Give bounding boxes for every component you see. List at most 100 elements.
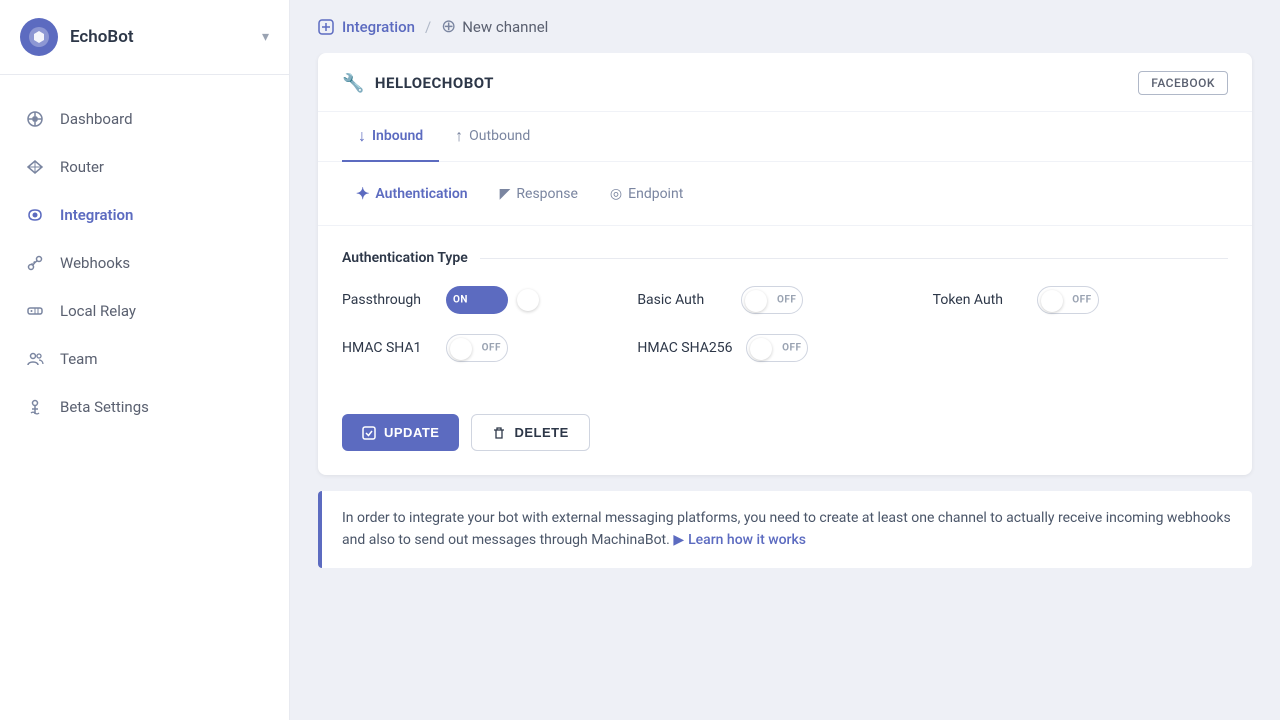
chevron-down-icon[interactable]: ▾ xyxy=(262,29,269,45)
beta-settings-icon xyxy=(24,396,46,418)
new-channel-label: New channel xyxy=(462,18,548,36)
learn-link-label: Learn how it works xyxy=(688,529,806,551)
toggle-track: OFF xyxy=(746,334,808,362)
endpoint-icon: ◎ xyxy=(610,186,622,202)
update-label: UPDATE xyxy=(384,425,439,440)
tab-inbound[interactable]: ↓ Inbound xyxy=(342,112,439,162)
direction-tabs: ↓ Inbound ↑ Outbound xyxy=(318,112,1252,162)
card-title: 🔧 HELLOECHOBOT xyxy=(342,73,494,94)
tab-outbound[interactable]: ↑ Outbound xyxy=(439,112,546,162)
sub-tab-endpoint-label: Endpoint xyxy=(628,186,683,202)
team-icon xyxy=(24,348,46,370)
platform-badge: FACEBOOK xyxy=(1138,71,1228,95)
sidebar-item-router[interactable]: Router xyxy=(0,143,289,191)
sidebar-item-label: Webhooks xyxy=(60,254,130,272)
webhooks-icon xyxy=(24,252,46,274)
sidebar-item-beta-settings[interactable]: Beta Settings xyxy=(0,383,289,431)
update-icon xyxy=(362,426,376,440)
sub-tab-endpoint[interactable]: ◎ Endpoint xyxy=(596,176,697,211)
sidebar: EchoBot ▾ Dashboard Router xyxy=(0,0,290,720)
sidebar-item-label: Beta Settings xyxy=(60,398,149,416)
sidebar-item-label: Dashboard xyxy=(60,110,133,128)
sub-tab-response-label: Response xyxy=(516,186,578,202)
toggle-thumb xyxy=(750,338,772,360)
router-icon xyxy=(24,156,46,178)
inbound-arrow-icon: ↓ xyxy=(358,126,366,146)
new-channel-button[interactable]: ⊕ New channel xyxy=(441,16,548,37)
auth-option-token-auth: Token Auth OFF xyxy=(933,286,1228,314)
learn-link-icon: ▶ xyxy=(673,529,684,551)
basic-auth-toggle[interactable]: OFF xyxy=(741,286,803,314)
empty-cell xyxy=(933,334,1228,362)
token-auth-label: Token Auth xyxy=(933,292,1023,308)
authentication-icon: ✦ xyxy=(356,184,369,203)
integration-breadcrumb-label: Integration xyxy=(342,18,415,36)
toggle-track: ON xyxy=(446,286,508,314)
dashboard-icon xyxy=(24,108,46,130)
update-button[interactable]: UPDATE xyxy=(342,414,459,451)
sidebar-item-integration[interactable]: Integration xyxy=(0,191,289,239)
sidebar-item-team[interactable]: Team xyxy=(0,335,289,383)
toggle-thumb xyxy=(517,289,539,311)
auth-section-title: Authentication Type xyxy=(342,250,1228,266)
basic-auth-label: Basic Auth xyxy=(637,292,727,308)
auth-option-passthrough: Passthrough ON xyxy=(342,286,637,314)
toggle-track: OFF xyxy=(446,334,508,362)
action-bar: UPDATE DELETE xyxy=(318,414,1252,475)
local-relay-icon xyxy=(24,300,46,322)
hmac-sha256-toggle[interactable]: OFF xyxy=(746,334,808,362)
passthrough-toggle[interactable]: ON xyxy=(446,286,508,314)
toggle-off-label: OFF xyxy=(1072,295,1091,306)
channel-title: HELLOECHOBOT xyxy=(375,74,494,92)
sidebar-nav: Dashboard Router Integration xyxy=(0,75,289,720)
brand-name: EchoBot xyxy=(70,27,250,47)
delete-label: DELETE xyxy=(514,425,568,440)
integration-breadcrumb[interactable]: Integration xyxy=(318,18,415,36)
sidebar-item-label: Team xyxy=(60,350,98,368)
sidebar-item-label: Router xyxy=(60,158,104,176)
hmac-sha1-toggle[interactable]: OFF xyxy=(446,334,508,362)
sidebar-item-dashboard[interactable]: Dashboard xyxy=(0,95,289,143)
toggle-off-label: OFF xyxy=(482,343,501,354)
toggle-off-label: OFF xyxy=(782,343,801,354)
sidebar-item-webhooks[interactable]: Webhooks xyxy=(0,239,289,287)
outbound-arrow-icon: ↑ xyxy=(455,126,463,146)
delete-button[interactable]: DELETE xyxy=(471,414,589,451)
integration-icon xyxy=(24,204,46,226)
auth-option-basic-auth: Basic Auth OFF xyxy=(637,286,932,314)
card-header: 🔧 HELLOECHOBOT FACEBOOK xyxy=(318,53,1252,112)
sidebar-logo xyxy=(20,18,58,56)
card-body: Authentication Type Passthrough ON xyxy=(318,226,1252,414)
toggle-track: OFF xyxy=(741,286,803,314)
sub-tab-authentication[interactable]: ✦ Authentication xyxy=(342,176,482,211)
tab-outbound-label: Outbound xyxy=(469,128,530,144)
learn-how-link[interactable]: ▶ Learn how it works xyxy=(673,529,806,551)
channel-card: 🔧 HELLOECHOBOT FACEBOOK ↓ Inbound ↑ Outb… xyxy=(318,53,1252,475)
toggle-on-label: ON xyxy=(453,295,468,306)
main-content: Integration / ⊕ New channel 🔧 HELLOECHOB… xyxy=(290,0,1280,720)
new-channel-icon: ⊕ xyxy=(441,16,456,37)
hmac-sha256-label: HMAC SHA256 xyxy=(637,340,732,356)
sidebar-header: EchoBot ▾ xyxy=(0,0,289,75)
token-auth-toggle[interactable]: OFF xyxy=(1037,286,1099,314)
sidebar-item-local-relay[interactable]: Local Relay xyxy=(0,287,289,335)
toggle-thumb xyxy=(450,338,472,360)
breadcrumb-separator: / xyxy=(425,18,431,36)
wrench-icon: 🔧 xyxy=(342,73,365,94)
toggle-off-label: OFF xyxy=(777,295,796,306)
info-banner: In order to integrate your bot with exte… xyxy=(318,491,1252,568)
tab-inbound-label: Inbound xyxy=(372,128,423,144)
sub-tab-authentication-label: Authentication xyxy=(375,186,467,202)
toggle-thumb xyxy=(745,290,767,312)
sub-tab-response[interactable]: ◤ Response xyxy=(486,176,592,211)
hmac-sha1-label: HMAC SHA1 xyxy=(342,340,432,356)
toggle-thumb xyxy=(1041,290,1063,312)
sidebar-item-label: Integration xyxy=(60,206,133,224)
delete-icon xyxy=(492,426,506,440)
passthrough-label: Passthrough xyxy=(342,292,432,308)
content-area: 🔧 HELLOECHOBOT FACEBOOK ↓ Inbound ↑ Outb… xyxy=(290,53,1280,720)
sub-tabs: ✦ Authentication ◤ Response ◎ Endpoint xyxy=(318,162,1252,226)
auth-option-hmac-sha1: HMAC SHA1 OFF xyxy=(342,334,637,362)
response-icon: ◤ xyxy=(500,186,511,202)
topbar: Integration / ⊕ New channel xyxy=(290,0,1280,53)
